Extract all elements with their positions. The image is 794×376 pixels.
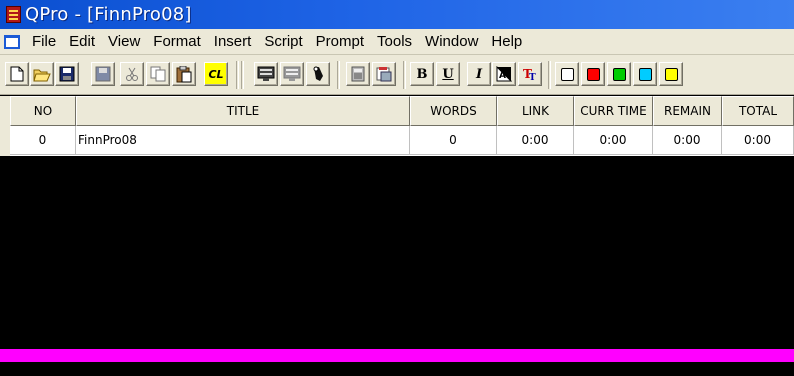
toolbar-separator	[337, 61, 340, 89]
menu-tools[interactable]: Tools	[371, 33, 419, 50]
menu-view[interactable]: View	[102, 33, 147, 50]
save-button[interactable]	[55, 62, 79, 86]
new-file-button[interactable]	[5, 62, 29, 86]
menu-help[interactable]: Help	[485, 33, 529, 50]
column-header-curr-time[interactable]: CURR TIME	[574, 96, 653, 126]
monitor-disabled-icon	[283, 66, 301, 81]
menu-edit[interactable]: Edit	[63, 33, 102, 50]
cell-link[interactable]: 0:00	[497, 126, 574, 155]
script-editor[interactable]	[0, 156, 794, 376]
clipboard-icon	[176, 65, 192, 82]
title-bar: QPro - [FinnPro08]	[0, 0, 794, 29]
cyan-swatch-icon	[638, 67, 652, 81]
menu-prompt[interactable]: Prompt	[310, 33, 371, 50]
print-preview-icon	[376, 67, 392, 82]
print-preview-button[interactable]	[372, 62, 396, 86]
menu-insert[interactable]: Insert	[208, 33, 259, 50]
white-swatch-icon	[560, 67, 574, 81]
calculator-button[interactable]	[346, 62, 370, 86]
column-header-words[interactable]: WORDS	[410, 96, 497, 126]
scissors-icon	[126, 67, 138, 81]
column-header-remain[interactable]: REMAIN	[653, 96, 722, 126]
new-file-icon	[10, 66, 24, 82]
column-header-total[interactable]: TOTAL	[722, 96, 794, 126]
save-all-button[interactable]	[91, 62, 115, 86]
app-icon[interactable]	[6, 6, 21, 23]
open-folder-icon	[33, 69, 51, 81]
prompter-button[interactable]	[254, 62, 278, 86]
save-disk-icon	[59, 66, 75, 82]
cell-total[interactable]: 0:00	[722, 126, 794, 155]
table-row[interactable]: 0 FinnPro08 0 0:00 0:00 0:00 0:00	[10, 126, 794, 155]
document-icon[interactable]	[4, 34, 20, 49]
open-file-button[interactable]	[30, 62, 54, 86]
toolbar-separator	[236, 61, 239, 89]
cell-title[interactable]: FinnPro08	[76, 126, 410, 155]
menu-window[interactable]: Window	[419, 33, 485, 50]
toolbar-separator	[241, 61, 244, 89]
cell-remain[interactable]: 0:00	[653, 126, 722, 155]
red-swatch-icon	[586, 67, 600, 81]
color-swatch-red[interactable]	[581, 62, 605, 86]
cell-no[interactable]: 0	[10, 126, 76, 155]
column-header-link[interactable]: LINK	[497, 96, 574, 126]
cue-list-button[interactable]: CL	[204, 62, 228, 86]
yellow-swatch-icon	[664, 67, 678, 81]
menu-format[interactable]: Format	[147, 33, 208, 50]
cell-curr-time[interactable]: 0:00	[574, 126, 653, 155]
green-swatch-icon	[612, 67, 626, 81]
cut-button[interactable]	[120, 62, 144, 86]
column-header-title[interactable]: TITLE	[76, 96, 410, 126]
color-swatch-cyan[interactable]	[633, 62, 657, 86]
reverse-text-button[interactable]: A	[492, 62, 516, 86]
svg-text:A: A	[499, 71, 506, 81]
copy-button[interactable]	[146, 62, 170, 86]
text-color-button[interactable]: TT	[518, 62, 542, 86]
grid-header: NO TITLE WORDS LINK CURR TIME REMAIN TOT…	[10, 96, 794, 126]
menu-script[interactable]: Script	[258, 33, 309, 50]
menu-bar: File Edit View Format Insert Script Prom…	[0, 29, 794, 55]
story-grid: NO TITLE WORDS LINK CURR TIME REMAIN TOT…	[10, 96, 794, 156]
cue-marker-line	[0, 349, 794, 362]
bold-button[interactable]: B	[410, 62, 434, 86]
column-header-no[interactable]: NO	[10, 96, 76, 126]
color-swatch-green[interactable]	[607, 62, 631, 86]
toolbar-separator	[403, 61, 406, 89]
window-title: QPro - [FinnPro08]	[25, 4, 192, 25]
scroll-control-button[interactable]	[306, 62, 330, 86]
color-swatch-yellow[interactable]	[659, 62, 683, 86]
paste-button[interactable]	[172, 62, 196, 86]
prompter-settings-button[interactable]	[280, 62, 304, 86]
toolbar-separator	[548, 61, 551, 89]
cell-words[interactable]: 0	[410, 126, 497, 155]
italic-button[interactable]: I	[467, 62, 491, 86]
toolbar: CL B U I A TT	[0, 55, 794, 95]
underline-button[interactable]: U	[436, 62, 460, 86]
color-swatch-white[interactable]	[555, 62, 579, 86]
reverse-video-icon: A	[496, 66, 512, 82]
copy-icon	[150, 66, 166, 82]
hand-control-icon	[313, 66, 323, 81]
monitor-icon	[257, 66, 275, 81]
svg-text:T: T	[529, 73, 536, 82]
text-color-icon: TT	[523, 67, 536, 82]
save-disabled-icon	[95, 66, 111, 82]
calculator-icon	[351, 66, 365, 82]
menu-file[interactable]: File	[26, 33, 63, 50]
grid-gutter	[0, 96, 10, 156]
